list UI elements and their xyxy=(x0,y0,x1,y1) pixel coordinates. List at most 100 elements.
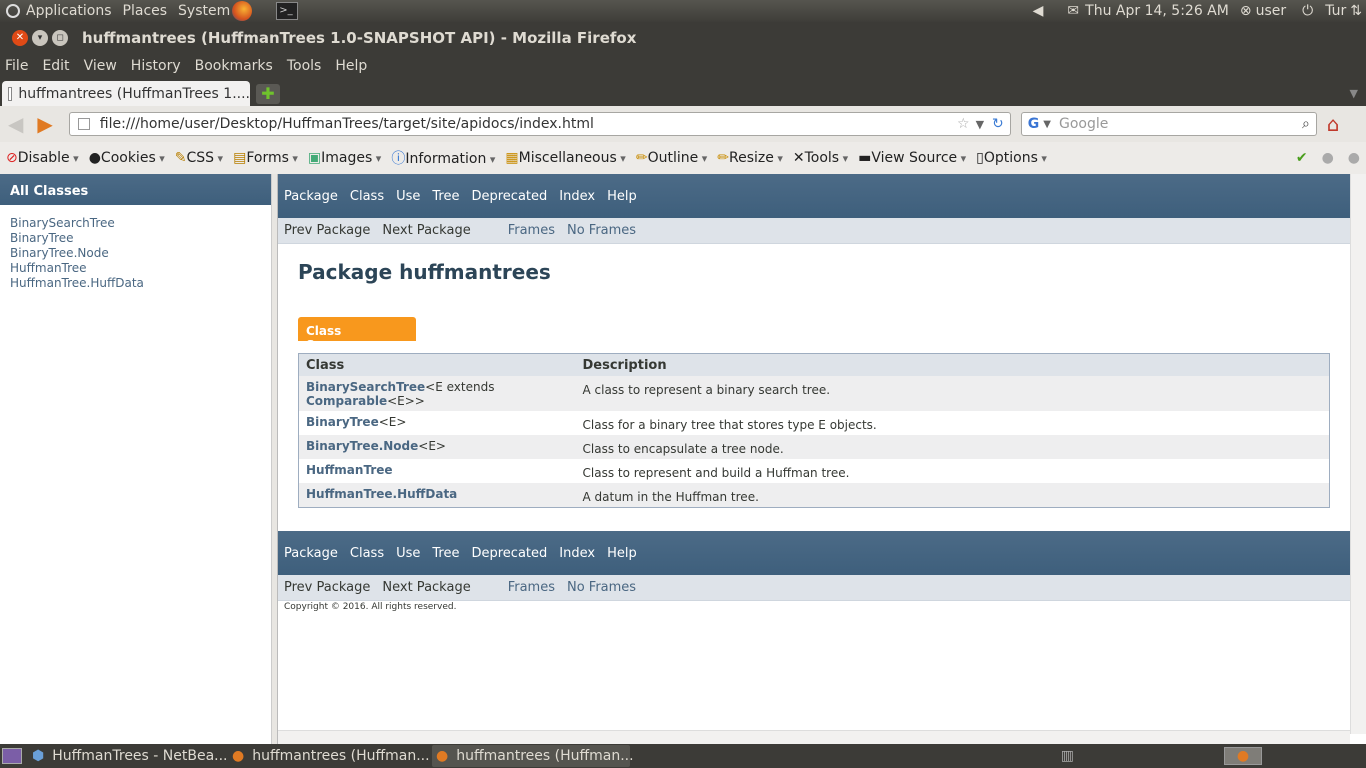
network-icon[interactable]: ⇅ xyxy=(1350,3,1362,19)
menu-help[interactable]: Help xyxy=(335,58,367,74)
cookies-menu[interactable]: ●Cookies xyxy=(89,150,165,166)
terminal-launcher-icon[interactable]: >_ xyxy=(276,2,299,20)
menu-tools[interactable]: Tools xyxy=(287,58,322,74)
close-window-button[interactable]: ✕ xyxy=(12,29,28,46)
class-link[interactable]: HuffmanTree xyxy=(306,463,393,477)
bookmark-star-icon[interactable]: ☆ xyxy=(957,116,970,132)
class-link[interactable]: BinaryTree xyxy=(10,231,74,245)
menu-bookmarks[interactable]: Bookmarks xyxy=(195,58,273,74)
system-menu[interactable]: System xyxy=(178,3,230,19)
site-identity-icon[interactable] xyxy=(77,118,90,130)
taskbar-item-netbeans[interactable]: ⬢ HuffmanTrees - NetBea... xyxy=(32,748,228,764)
nav-use[interactable]: Use xyxy=(396,189,420,204)
validation-ok-icon[interactable]: ✔ xyxy=(1296,150,1308,166)
menu-file[interactable]: File xyxy=(5,58,28,74)
class-link[interactable]: HuffmanTree.HuffData xyxy=(306,487,457,501)
resize-menu[interactable]: ✏Resize xyxy=(717,150,783,166)
minimize-window-button[interactable]: ▾ xyxy=(32,29,48,46)
maximize-window-button[interactable]: ◻ xyxy=(52,29,68,46)
js-status-icon[interactable]: ● xyxy=(1348,150,1360,166)
tools-menu[interactable]: ✕Tools xyxy=(793,150,848,166)
information-menu[interactable]: ⓘInformation xyxy=(391,148,495,168)
class-link[interactable]: BinaryTree.Node xyxy=(10,246,109,260)
nav-package[interactable]: Package xyxy=(284,546,338,561)
firefox-launcher-icon[interactable] xyxy=(232,1,253,21)
class-link[interactable]: BinaryTree xyxy=(306,415,379,429)
trash-icon[interactable]: ▥ xyxy=(1061,748,1074,764)
no-frames-link[interactable]: No Frames xyxy=(567,223,636,238)
copyright: Copyright © 2016. All rights reserved. xyxy=(284,602,457,612)
nav-help[interactable]: Help xyxy=(607,189,637,204)
google-engine-icon[interactable]: G xyxy=(1028,116,1040,132)
nav-help[interactable]: Help xyxy=(607,546,637,561)
forward-button[interactable]: ▶ xyxy=(37,112,52,136)
frames-link[interactable]: Frames xyxy=(508,223,555,238)
tab-active[interactable]: huffmantrees (HuffmanTrees 1.... xyxy=(2,81,250,106)
view-source-menu[interactable]: ▬View Source xyxy=(858,150,966,166)
class-link[interactable]: BinarySearchTree xyxy=(306,380,425,394)
reload-icon[interactable]: ↻ xyxy=(992,116,1004,132)
options-icon: ▯ xyxy=(976,150,984,166)
frames-link[interactable]: Frames xyxy=(508,580,555,595)
options-menu[interactable]: ▯Options xyxy=(976,150,1047,166)
css-menu[interactable]: ✎CSS xyxy=(175,150,223,166)
nav-package[interactable]: Package xyxy=(284,189,338,204)
tab-list-button[interactable]: ▼ xyxy=(1350,87,1358,100)
new-tab-button[interactable]: ✚ xyxy=(256,84,280,104)
home-icon[interactable]: ⌂ xyxy=(1327,112,1340,136)
search-icon[interactable]: ⌕ xyxy=(1302,116,1310,132)
url-dropdown-icon[interactable]: ▼ xyxy=(976,118,984,131)
class-description: A datum in the Huffman tree. xyxy=(575,483,1330,508)
show-desktop-icon[interactable] xyxy=(2,748,22,764)
keyboard-layout[interactable]: Tur xyxy=(1325,3,1346,19)
nav-deprecated[interactable]: Deprecated xyxy=(471,546,547,561)
menu-history[interactable]: History xyxy=(131,58,181,74)
search-box[interactable]: G ▼ Google ⌕ xyxy=(1020,112,1317,136)
nav-class[interactable]: Class xyxy=(350,546,384,561)
mail-icon[interactable]: ✉ xyxy=(1067,3,1079,19)
forms-menu[interactable]: ▤Forms xyxy=(233,150,298,166)
no-frames-link[interactable]: No Frames xyxy=(567,580,636,595)
disable-icon: ⊘ xyxy=(6,150,18,166)
nav-index[interactable]: Index xyxy=(559,546,595,561)
vertical-scrollbar[interactable] xyxy=(1350,174,1366,734)
class-link[interactable]: HuffmanTree xyxy=(10,261,87,275)
class-link[interactable]: BinaryTree.Node xyxy=(306,439,418,453)
class-link[interactable]: BinarySearchTree xyxy=(10,216,115,230)
ubuntu-logo-icon[interactable] xyxy=(6,4,20,18)
outline-icon: ✏ xyxy=(635,150,648,166)
url-bar[interactable]: file:///home/user/Desktop/HuffmanTrees/t… xyxy=(68,112,1011,136)
back-button[interactable]: ◀ xyxy=(8,112,23,136)
menu-bar: File Edit View History Bookmarks Tools H… xyxy=(0,53,1366,79)
nav-tree[interactable]: Tree xyxy=(432,189,459,204)
volume-icon[interactable]: ◀ xyxy=(1033,3,1044,19)
menu-edit[interactable]: Edit xyxy=(42,58,69,74)
places-menu[interactable]: Places xyxy=(123,3,168,19)
nav-deprecated[interactable]: Deprecated xyxy=(471,189,547,204)
images-menu[interactable]: ▣Images xyxy=(308,150,381,166)
user-name[interactable]: user xyxy=(1256,3,1287,19)
nav-class[interactable]: Class xyxy=(350,189,384,204)
taskbar-item-firefox-2[interactable]: ● huffmantrees (Huffman... xyxy=(432,745,634,767)
comparable-link[interactable]: Comparable xyxy=(306,394,387,408)
horizontal-scrollbar[interactable] xyxy=(278,730,1350,744)
power-icon[interactable]: ⏻ xyxy=(1302,3,1313,19)
miscellaneous-menu[interactable]: ▦Miscellaneous xyxy=(505,150,625,166)
applications-menu[interactable]: Applications xyxy=(26,3,112,19)
outline-menu[interactable]: ✏Outline xyxy=(636,150,707,166)
clock[interactable]: Thu Apr 14, 5:26 AM xyxy=(1085,3,1229,19)
menu-view[interactable]: View xyxy=(84,58,117,74)
engine-dropdown-icon[interactable]: ▼ xyxy=(1043,119,1051,130)
user-status-icon[interactable]: ⊗ xyxy=(1240,3,1252,19)
disable-menu[interactable]: ⊘Disable xyxy=(6,150,79,166)
nav-tree[interactable]: Tree xyxy=(432,546,459,561)
workspace-switcher[interactable]: ● xyxy=(1224,747,1262,765)
taskbar-item-firefox-1[interactable]: ● huffmantrees (Huffman... xyxy=(232,748,430,764)
nav-index[interactable]: Index xyxy=(559,189,595,204)
url-text: file:///home/user/Desktop/HuffmanTrees/t… xyxy=(99,116,594,132)
tab-label: huffmantrees (HuffmanTrees 1.... xyxy=(18,85,250,102)
nav-use[interactable]: Use xyxy=(396,546,420,561)
css-status-icon[interactable]: ● xyxy=(1322,150,1334,166)
col-description-header: Description xyxy=(575,353,1330,376)
class-link[interactable]: HuffmanTree.HuffData xyxy=(10,276,144,290)
